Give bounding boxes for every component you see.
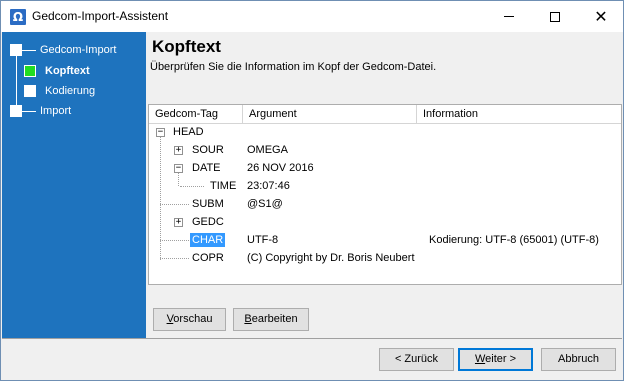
selected-tag[interactable]: CHAR — [190, 233, 226, 247]
preview-button[interactable]: Vorschau — [153, 308, 226, 331]
step-label: Kopftext — [45, 65, 90, 77]
tree-row-date[interactable]: − DATE 26 NOV 2016 — [149, 160, 621, 178]
close-button[interactable]: ✕ — [578, 1, 624, 32]
import-wizard-window: Ω Gedcom-Import-Assistent ✕ Gedcom-Impor… — [0, 0, 624, 381]
maximize-button[interactable] — [532, 1, 578, 32]
tree-row-char[interactable]: CHAR UTF-8 Kodierung: UTF-8 (65001) (UTF… — [149, 232, 621, 250]
step-label: Kodierung — [45, 85, 96, 97]
footer-separator — [2, 338, 622, 339]
tree-header: Gedcom-Tag Argument Information — [149, 105, 621, 124]
step-import: Import — [10, 104, 71, 118]
page-title: Kopftext — [152, 37, 221, 56]
tree-row-subm[interactable]: SUBM @S1@ — [149, 196, 621, 214]
column-header-information[interactable]: Information — [417, 105, 621, 124]
tree-row-time[interactable]: TIME 23:07:46 — [149, 178, 621, 196]
minimize-icon — [504, 16, 514, 17]
step-label: Import — [40, 105, 72, 117]
title-bar: Ω Gedcom-Import-Assistent ✕ — [1, 1, 623, 32]
cancel-button[interactable]: Abbruch — [541, 348, 616, 371]
collapse-icon[interactable]: − — [156, 128, 165, 137]
window-title: Gedcom-Import-Assistent — [32, 9, 169, 23]
minimize-button[interactable] — [486, 1, 532, 32]
step-gedcom-import: Gedcom-Import — [10, 43, 116, 57]
steps-connector-line — [16, 52, 17, 112]
step-box-icon — [10, 44, 22, 56]
expand-icon[interactable]: + — [174, 218, 183, 227]
column-header-tag[interactable]: Gedcom-Tag — [149, 105, 243, 124]
edit-button[interactable]: Bearbeiten — [233, 308, 309, 331]
back-button[interactable]: < Zurück — [379, 348, 454, 371]
close-icon: ✕ — [594, 6, 608, 26]
tree-row-copr[interactable]: COPR (C) Copyright by Dr. Boris Neubert — [149, 250, 621, 268]
column-header-argument[interactable]: Argument — [243, 105, 417, 124]
collapse-icon[interactable]: − — [174, 164, 183, 173]
actions-panel: Vorschau Bearbeiten — [146, 285, 624, 338]
step-box-icon — [10, 105, 22, 117]
step-label: Gedcom-Import — [40, 44, 117, 56]
tree-row-head[interactable]: − HEAD — [149, 124, 621, 142]
omega-app-icon: Ω — [10, 9, 26, 25]
tree-row-sour[interactable]: + SOUR OMEGA — [149, 142, 621, 160]
wizard-steps-sidebar: Gedcom-Import Kopftext Kodierung Import — [2, 32, 146, 338]
next-button[interactable]: Weiter > — [458, 348, 533, 371]
gedcom-header-tree[interactable]: Gedcom-Tag Argument Information − HEAD +… — [148, 104, 622, 285]
step-kopftext: Kopftext — [24, 64, 90, 78]
page-subtitle: Überprüfen Sie die Information im Kopf d… — [150, 61, 437, 73]
maximize-icon — [550, 11, 560, 22]
tree-row-gedc[interactable]: + GEDC — [149, 214, 621, 232]
step-box-icon — [24, 85, 36, 97]
expand-icon[interactable]: + — [174, 146, 183, 155]
step-kodierung: Kodierung — [24, 84, 95, 98]
active-step-box-icon — [24, 65, 36, 77]
